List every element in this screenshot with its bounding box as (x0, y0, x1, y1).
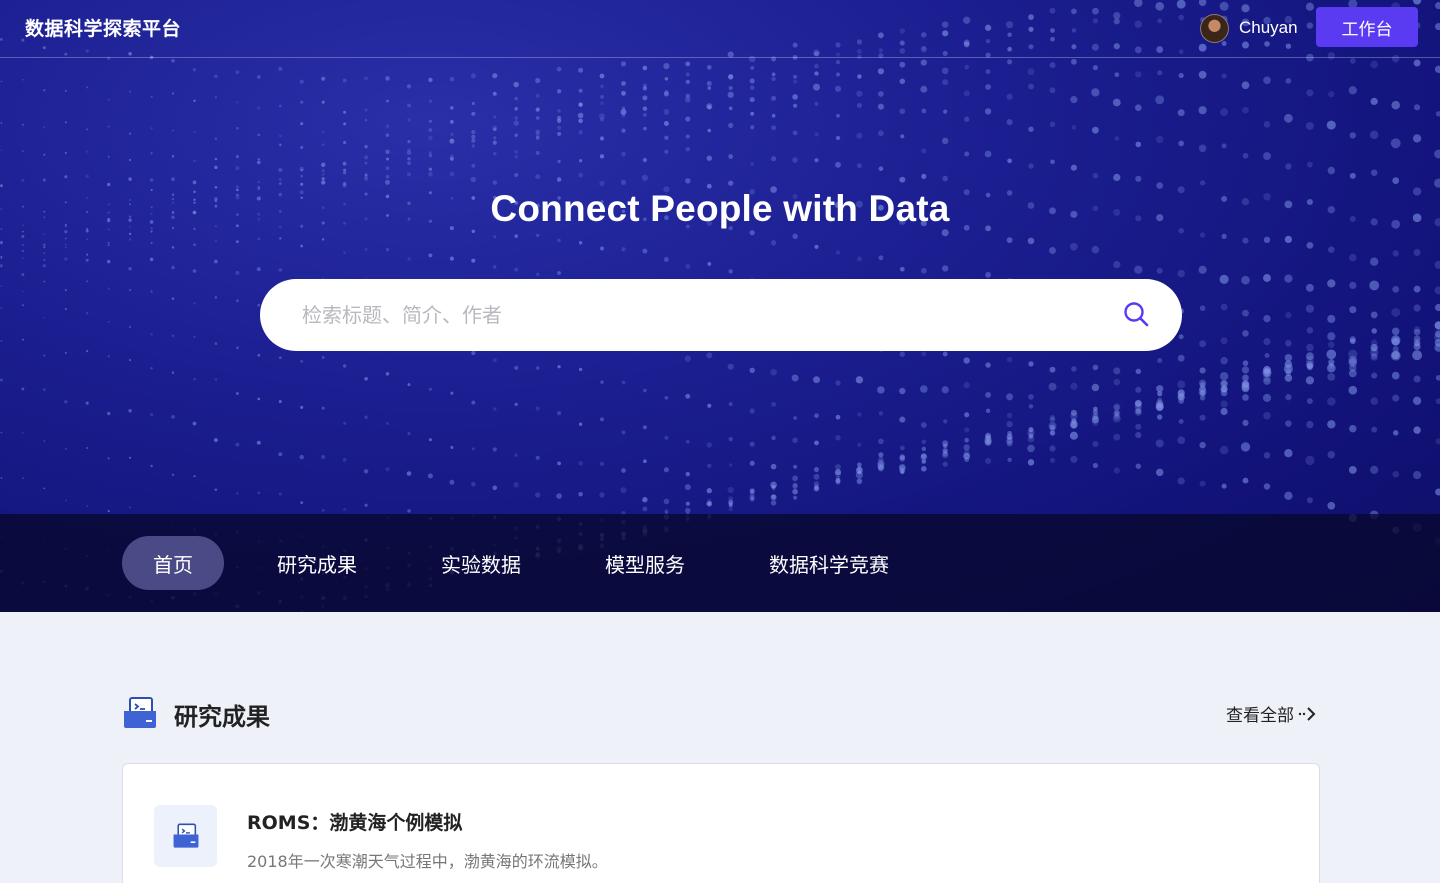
terminal-tray-icon (124, 697, 156, 728)
nav-item-research[interactable]: 研究成果 (256, 536, 378, 590)
main-nav: 首页 研究成果 实验数据 模型服务 数据科学竞赛 (0, 514, 1440, 612)
brand-title[interactable]: 数据科学探索平台 (25, 14, 181, 41)
user-name[interactable]: Chuyan (1239, 18, 1298, 38)
top-bar: 数据科学探索平台 Chuyan 工作台 (0, 0, 1440, 58)
hero-title: Connect People with Data (490, 188, 950, 229)
card-icon-box (154, 805, 217, 867)
search-input[interactable] (302, 303, 1082, 327)
user-menu[interactable]: Chuyan (1200, 12, 1298, 44)
card-description: 2018年一次寒潮天气过程中，渤黄海的环流模拟。 (247, 852, 608, 871)
search-icon[interactable] (1122, 300, 1150, 328)
nav-item-experiment-data[interactable]: 实验数据 (420, 536, 542, 590)
hero-banner: 数据科学探索平台 Chuyan 工作台 Connect People with … (0, 0, 1440, 612)
view-all-link[interactable]: 查看全部 (1226, 701, 1318, 726)
section-title: 研究成果 (174, 703, 270, 731)
avatar[interactable] (1200, 13, 1229, 43)
nav-item-competition[interactable]: 数据科学竞赛 (750, 536, 908, 590)
research-card[interactable]: ROMS：渤黄海个例模拟 2018年一次寒潮天气过程中，渤黄海的环流模拟。 (122, 763, 1320, 883)
dotted-arrow-right-icon[interactable] (1298, 706, 1318, 722)
search-bar[interactable] (260, 279, 1182, 351)
terminal-tray-icon (173, 823, 198, 848)
nav-item-home[interactable]: 首页 (122, 536, 224, 590)
view-all-label[interactable]: 查看全部 (1226, 701, 1294, 726)
workbench-button[interactable]: 工作台 (1316, 7, 1418, 47)
card-title[interactable]: ROMS：渤黄海个例模拟 (247, 808, 462, 835)
nav-item-model-service[interactable]: 模型服务 (584, 536, 706, 590)
